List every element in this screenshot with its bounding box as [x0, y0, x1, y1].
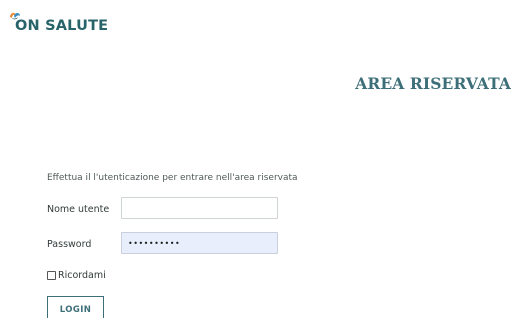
login-page: ON SALUTE AREA RISERVATA Effettua il l'u… [0, 0, 511, 318]
username-label: Nome utente [47, 204, 110, 215]
page-title: AREA RISERVATA [355, 74, 511, 93]
username-input[interactable] [121, 197, 278, 219]
remember-me-checkbox[interactable] [47, 271, 56, 280]
brand-mark-icon [10, 12, 20, 20]
brand-name: ON SALUTE [15, 18, 109, 34]
password-label: Password [47, 239, 92, 250]
password-input[interactable] [121, 232, 278, 254]
remember-me-label: Ricordami [58, 270, 106, 281]
remember-me[interactable]: Ricordami [47, 270, 106, 281]
login-button[interactable]: LOGIN [47, 296, 104, 318]
login-instructions: Effettua il l'utenticazione per entrare … [47, 173, 298, 183]
brand-logo[interactable]: ON SALUTE [9, 11, 108, 33]
